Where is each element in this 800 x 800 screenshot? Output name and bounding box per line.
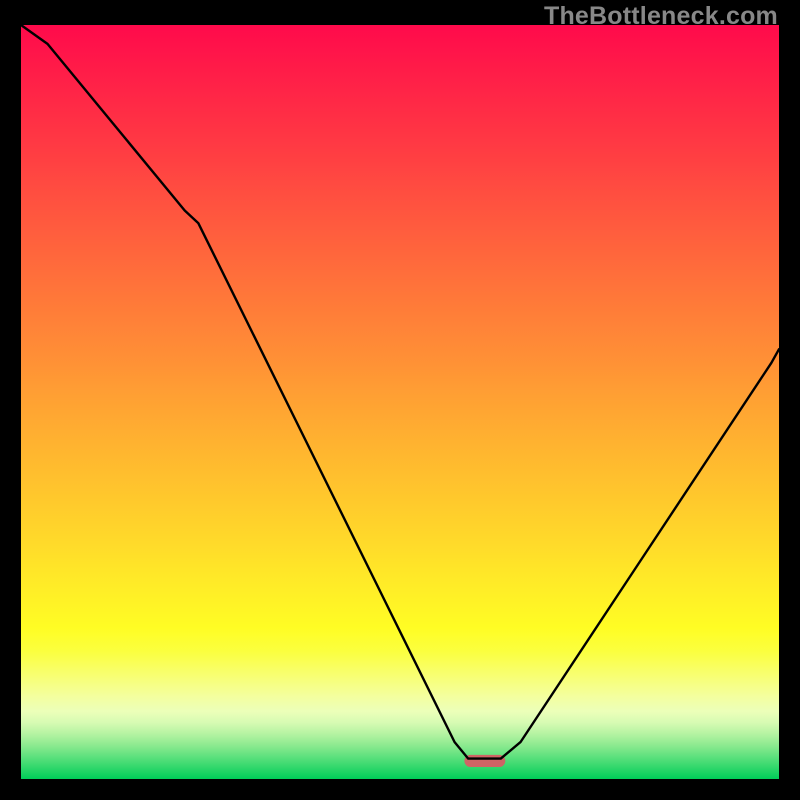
watermark-text: TheBottleneck.com	[544, 2, 778, 31]
chart-svg	[21, 25, 779, 779]
chart-background	[21, 25, 779, 779]
chart-plot-area	[21, 25, 779, 779]
chart-marker	[464, 755, 505, 767]
chart-frame: TheBottleneck.com	[0, 0, 800, 800]
